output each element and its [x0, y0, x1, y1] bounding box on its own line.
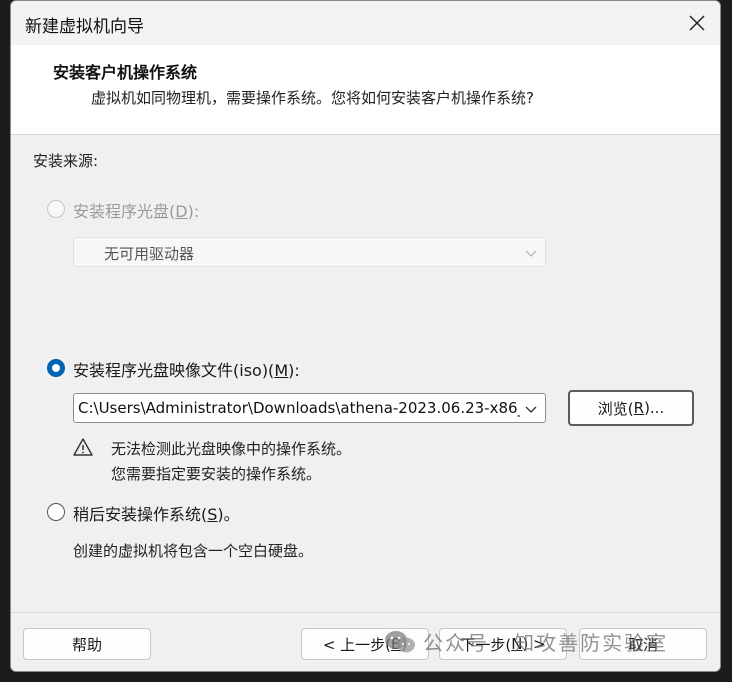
disc-option-label-suffix: ): — [187, 202, 200, 221]
warning-line-1: 无法检测此光盘映像中的操作系统。 — [111, 440, 352, 458]
title-bar: 新建虚拟机向导 — [11, 1, 720, 45]
iso-option-radio[interactable] — [47, 359, 65, 377]
iso-option-accel: M — [274, 361, 289, 380]
browse-label-prefix: 浏览( — [597, 399, 634, 418]
iso-path-combobox[interactable]: C:\Users\Administrator\Downloads\athena-… — [73, 393, 546, 423]
chevron-down-icon[interactable] — [523, 401, 539, 417]
disc-option-label-prefix: 安装程序光盘( — [73, 202, 176, 221]
iso-path-value: C:\Users\Administrator\Downloads\athena-… — [78, 399, 520, 417]
page-subtitle: 虚拟机如同物理机，需要操作系统。您将如何安装客户机操作系统? — [91, 89, 534, 107]
wizard-footer: 帮助 < 上一步(B) 下一步(N) > 取消 — [11, 612, 720, 671]
back-button[interactable]: < 上一步(B) — [301, 628, 429, 660]
iso-option-label-prefix: 安装程序光盘映像文件(iso)( — [73, 361, 275, 380]
browse-button[interactable]: 浏览(R)... — [568, 390, 694, 426]
close-button[interactable] — [674, 1, 720, 45]
page-title: 安装客户机操作系统 — [53, 63, 198, 82]
warning-icon — [73, 438, 93, 456]
install-later-label-suffix: )。 — [217, 505, 240, 524]
disc-drive-select[interactable]: 无可用驱动器 — [73, 237, 546, 267]
install-later-accel: S — [207, 505, 218, 524]
browse-label-suffix: )... — [644, 399, 665, 417]
install-later-description: 创建的虚拟机将包含一个空白硬盘。 — [73, 542, 314, 560]
iso-option-label-suffix: ): — [288, 361, 300, 380]
new-vm-wizard-window: 新建虚拟机向导 安装客户机操作系统 虚拟机如同物理机，需要操作系统。您将如何安装… — [10, 0, 721, 672]
next-label-prefix: 下一步( — [460, 635, 512, 654]
wizard-header: 安装客户机操作系统 虚拟机如同物理机，需要操作系统。您将如何安装客户机操作系统? — [11, 45, 720, 135]
next-button[interactable]: 下一步(N) > — [439, 628, 567, 660]
next-accel: N — [511, 635, 523, 653]
disc-option-radio[interactable] — [47, 200, 65, 218]
install-later-label-prefix: 稍后安装操作系统( — [73, 505, 208, 524]
chevron-down-icon — [525, 250, 537, 257]
cancel-button-label: 取消 — [627, 635, 658, 654]
close-icon — [689, 15, 705, 31]
back-label-prefix: < 上一步( — [322, 635, 392, 654]
disc-option-label[interactable]: 安装程序光盘(D): — [73, 198, 199, 222]
install-source-panel: 安装来源: 安装程序光盘(D): 无可用驱动器 安装程序光盘映像文件(iso)(… — [11, 136, 720, 612]
back-label-suffix: ) — [401, 635, 408, 653]
iso-option-label[interactable]: 安装程序光盘映像文件(iso)(M): — [73, 357, 300, 381]
install-source-label: 安装来源: — [33, 152, 99, 170]
window-title: 新建虚拟机向导 — [25, 17, 144, 37]
warning-line-2: 您需要指定要安装的操作系统。 — [111, 465, 322, 483]
install-later-radio[interactable] — [47, 503, 65, 521]
browse-accel: R — [633, 399, 645, 417]
back-accel: B — [391, 635, 402, 653]
help-button-label: 帮助 — [71, 635, 102, 654]
disc-drive-value: 无可用驱动器 — [104, 245, 195, 263]
cancel-button[interactable]: 取消 — [579, 628, 707, 660]
install-later-label[interactable]: 稍后安装操作系统(S)。 — [73, 501, 240, 525]
next-label-suffix: ) > — [522, 635, 546, 653]
disc-option-accel: D — [175, 202, 188, 221]
help-button[interactable]: 帮助 — [23, 628, 151, 660]
